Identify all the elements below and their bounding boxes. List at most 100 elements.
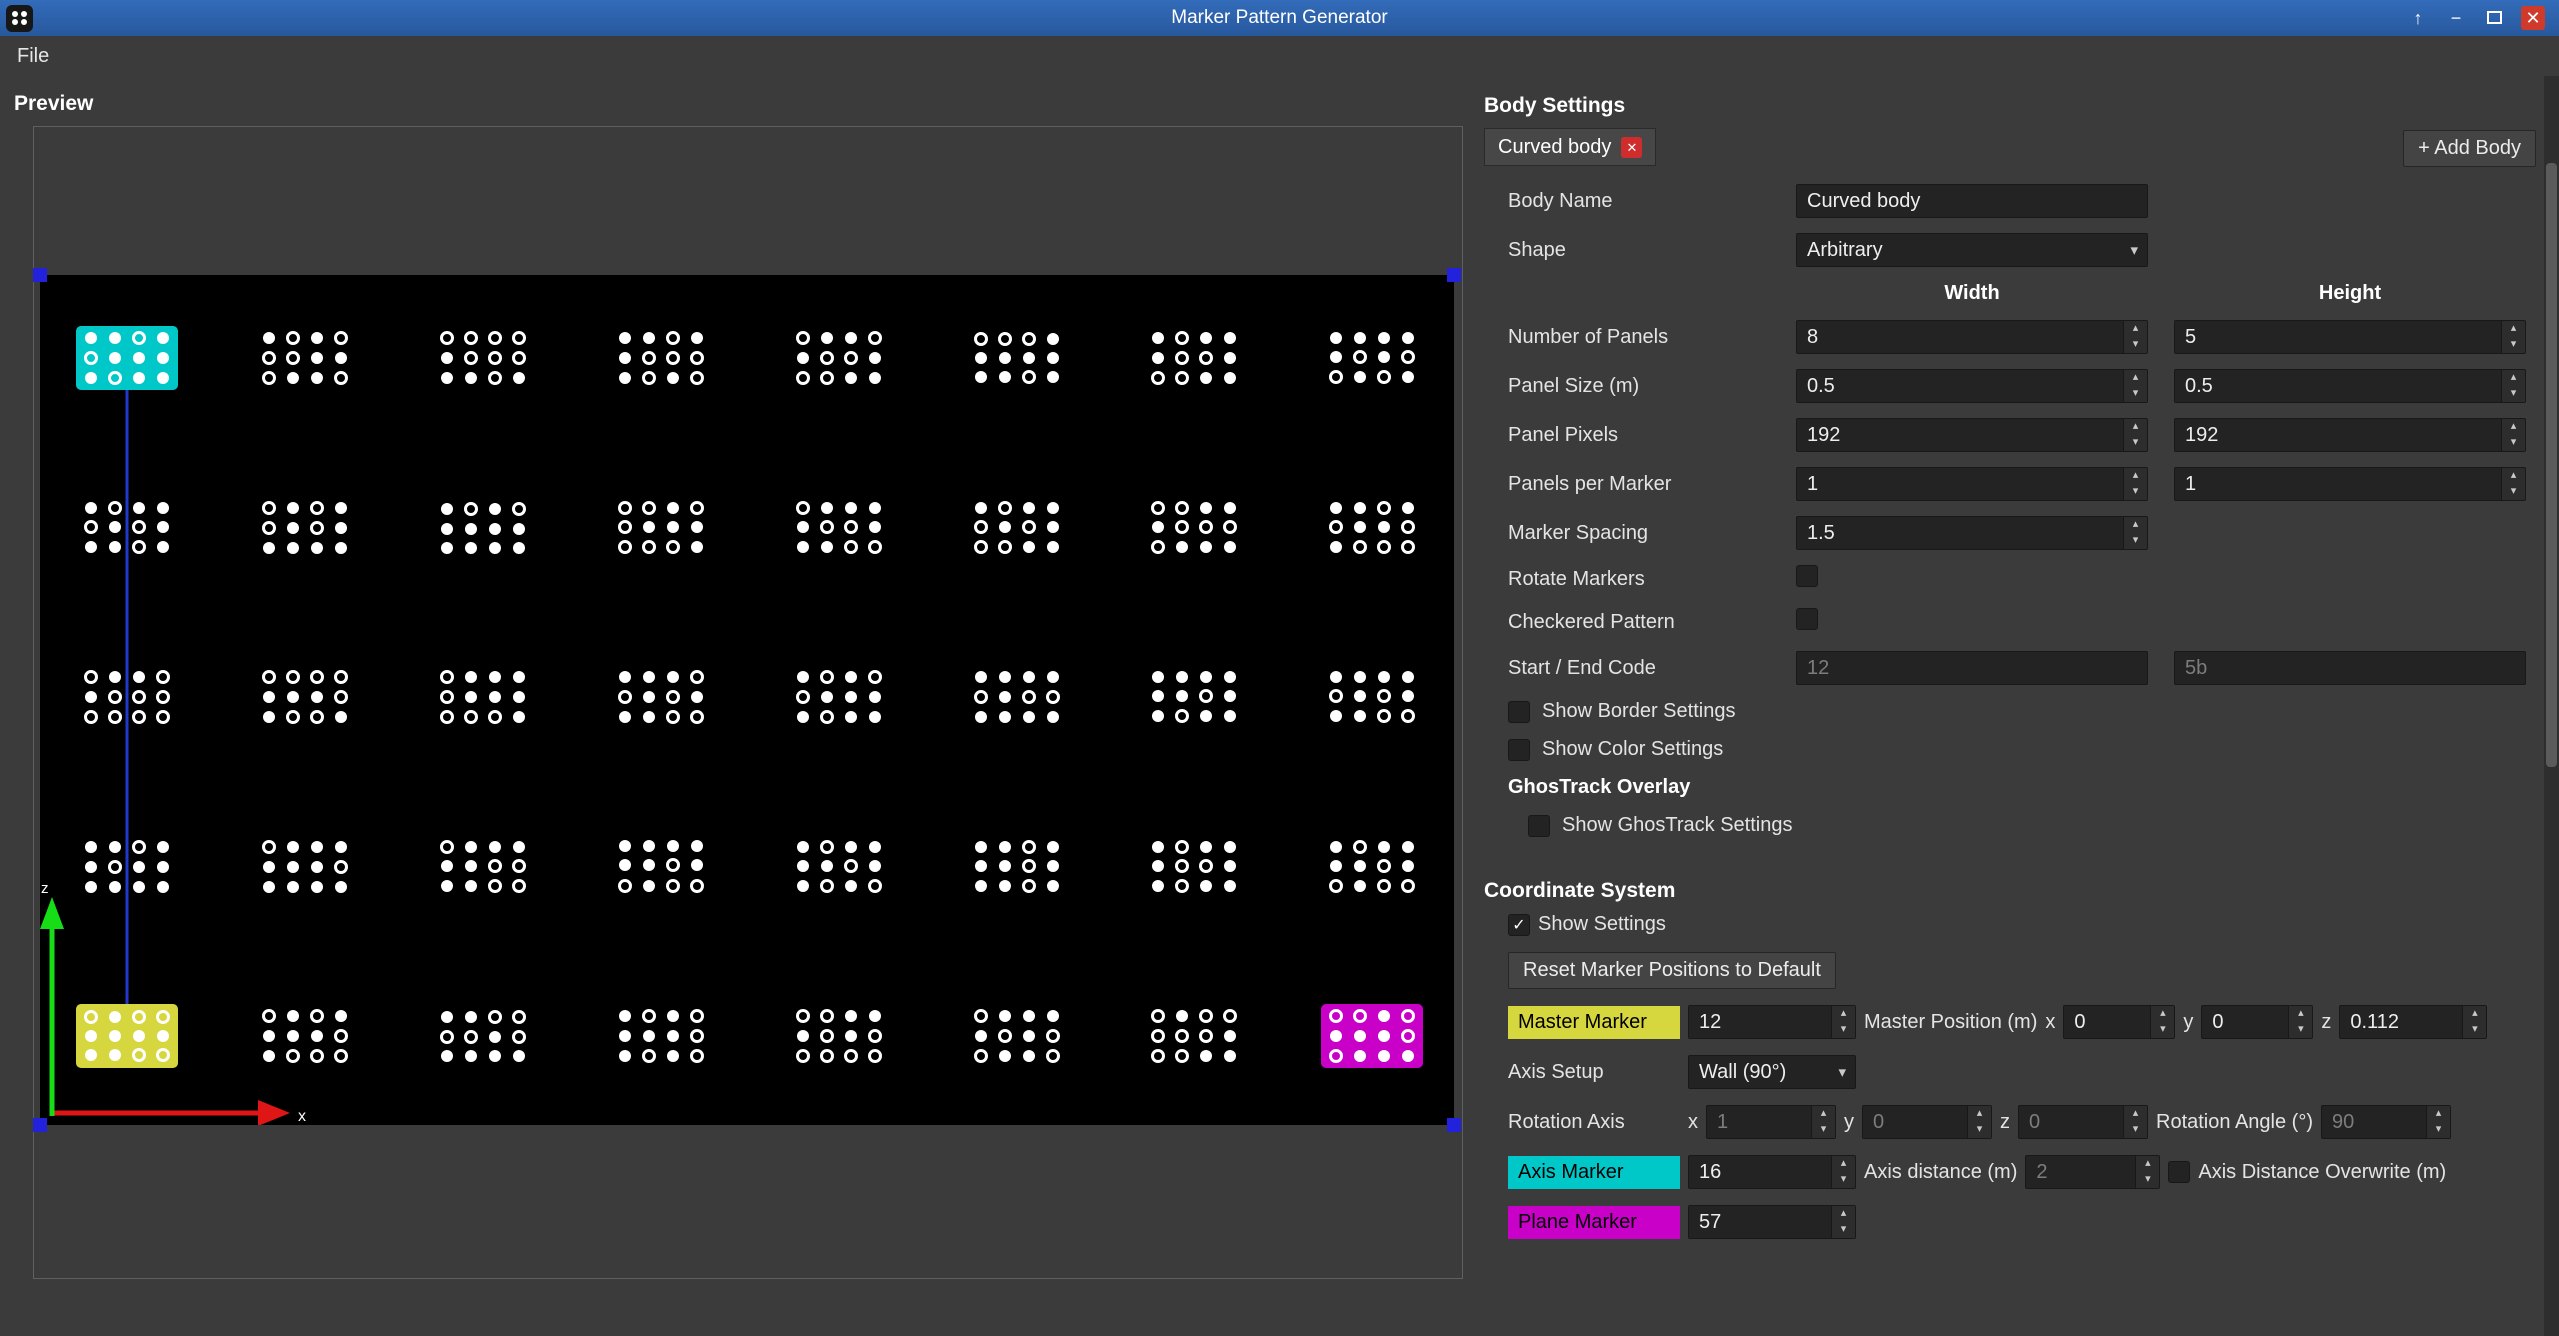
canvas-corner-handle[interactable] — [33, 1118, 47, 1132]
master-position-x-spin[interactable]: ▴▾ — [2063, 1005, 2175, 1039]
marker[interactable] — [254, 1004, 356, 1068]
number-of-panels-height-spin[interactable]: ▴▾ — [2174, 320, 2526, 354]
spin-up-icon[interactable]: ▴ — [2502, 419, 2525, 435]
spin-down-icon[interactable]: ▾ — [2427, 1122, 2450, 1138]
marker[interactable] — [966, 326, 1068, 390]
spin-up-icon[interactable]: ▴ — [2124, 419, 2147, 435]
marker[interactable] — [966, 496, 1068, 560]
spin-up-icon[interactable]: ▴ — [2502, 468, 2525, 484]
rotation-axis-z-spin[interactable]: ▴▾ — [2018, 1105, 2148, 1139]
spin-up-icon[interactable]: ▴ — [1968, 1106, 1991, 1122]
rotate-markers-checkbox[interactable] — [1796, 565, 1818, 587]
axis-distance-overwrite-checkbox[interactable] — [2168, 1161, 2190, 1183]
show-ghostrack-settings-checkbox[interactable] — [1528, 815, 1550, 837]
panel-pixels-height-spin[interactable]: ▴▾ — [2174, 418, 2526, 452]
body-name-input[interactable] — [1796, 184, 2148, 218]
marker[interactable] — [610, 496, 712, 560]
marker[interactable] — [254, 496, 356, 560]
spin-down-icon[interactable]: ▾ — [1812, 1122, 1835, 1138]
spin-down-icon[interactable]: ▾ — [2124, 337, 2147, 353]
marker[interactable] — [788, 1004, 890, 1068]
spin-down-icon[interactable]: ▾ — [2124, 1122, 2147, 1138]
marker[interactable] — [610, 835, 712, 899]
spin-down-icon[interactable]: ▾ — [2502, 435, 2525, 451]
spin-down-icon[interactable]: ▾ — [2502, 337, 2525, 353]
spin-down-icon[interactable]: ▾ — [2124, 484, 2147, 500]
show-settings-checkbox[interactable]: ✓ — [1508, 914, 1530, 936]
axis-distance-spin[interactable]: ▴▾ — [2025, 1155, 2160, 1189]
rotation-axis-x-spin[interactable]: ▴▾ — [1706, 1105, 1836, 1139]
panels-per-marker-width-spin-input[interactable] — [1797, 468, 2123, 500]
panel-size-height-spin[interactable]: ▴▾ — [2174, 369, 2526, 403]
spin-down-icon[interactable]: ▾ — [1832, 1222, 1855, 1238]
scrollbar-thumb[interactable] — [2546, 163, 2557, 767]
marker[interactable] — [788, 665, 890, 729]
menu-file[interactable]: File — [0, 36, 66, 76]
marker-spacing-spin[interactable]: ▴▾ — [1796, 516, 2148, 550]
spin-up-icon[interactable]: ▴ — [2124, 468, 2147, 484]
marker[interactable] — [966, 1004, 1068, 1068]
rotation-axis-z-spin-input[interactable] — [2019, 1106, 2123, 1138]
marker[interactable] — [610, 665, 712, 729]
marker[interactable] — [1321, 326, 1423, 390]
spin-up-icon[interactable]: ▴ — [1832, 1206, 1855, 1222]
close-button[interactable]: ✕ — [2521, 6, 2545, 30]
master-position-z-spin[interactable]: ▴▾ — [2339, 1005, 2487, 1039]
number-of-panels-height-spin-input[interactable] — [2175, 321, 2501, 353]
marker[interactable] — [1143, 665, 1245, 729]
master-marker-spin-input[interactable] — [1689, 1006, 1831, 1038]
shape-dropdown[interactable]: Arbitrary▾ — [1796, 233, 2148, 267]
number-of-panels-width-spin-input[interactable] — [1797, 321, 2123, 353]
marker[interactable] — [432, 835, 534, 899]
marker[interactable] — [76, 835, 178, 899]
show-color-settings-checkbox[interactable] — [1508, 739, 1530, 761]
master-marker-spin[interactable]: ▴▾ — [1688, 1005, 1856, 1039]
marker[interactable] — [966, 665, 1068, 729]
marker[interactable] — [254, 835, 356, 899]
spin-up-icon[interactable]: ▴ — [1832, 1156, 1855, 1172]
panels-per-marker-height-spin[interactable]: ▴▾ — [2174, 467, 2526, 501]
app-icon[interactable] — [6, 5, 33, 32]
end-code-input[interactable] — [2174, 651, 2526, 685]
master-position-z-spin-input[interactable] — [2340, 1006, 2462, 1038]
canvas-corner-handle[interactable] — [1447, 1118, 1461, 1132]
minimize-button[interactable]: − — [2445, 6, 2467, 30]
spin-down-icon[interactable]: ▾ — [2502, 484, 2525, 500]
master-position-x-spin-input[interactable] — [2064, 1006, 2150, 1038]
panel-pixels-height-spin-input[interactable] — [2175, 419, 2501, 451]
plane-marker[interactable] — [1321, 1004, 1423, 1068]
axis-marker-spin[interactable]: ▴▾ — [1688, 1155, 1856, 1189]
spin-up-icon[interactable]: ▴ — [2289, 1006, 2312, 1022]
add-body-button[interactable]: + Add Body — [2403, 130, 2536, 167]
panel-size-width-spin[interactable]: ▴▾ — [1796, 369, 2148, 403]
marker[interactable] — [76, 496, 178, 560]
plane-marker-spin-input[interactable] — [1689, 1206, 1831, 1238]
spin-up-icon[interactable]: ▴ — [2124, 321, 2147, 337]
number-of-panels-width-spin[interactable]: ▴▾ — [1796, 320, 2148, 354]
panel-size-height-spin-input[interactable] — [2175, 370, 2501, 402]
marker[interactable] — [432, 1004, 534, 1068]
panels-per-marker-width-spin[interactable]: ▴▾ — [1796, 467, 2148, 501]
spin-down-icon[interactable]: ▾ — [2289, 1022, 2312, 1038]
spin-up-icon[interactable]: ▴ — [2502, 370, 2525, 386]
marker[interactable] — [966, 835, 1068, 899]
canvas-corner-handle[interactable] — [33, 268, 47, 282]
axis-marker-spin-input[interactable] — [1689, 1156, 1831, 1188]
rotation-angle-spin[interactable]: ▴▾ — [2321, 1105, 2451, 1139]
master-marker[interactable] — [76, 1004, 178, 1068]
axis-distance-spin-input[interactable] — [2026, 1156, 2135, 1188]
spin-up-icon[interactable]: ▴ — [2151, 1006, 2174, 1022]
spin-down-icon[interactable]: ▾ — [1832, 1022, 1855, 1038]
spin-down-icon[interactable]: ▾ — [1832, 1172, 1855, 1188]
spin-up-icon[interactable]: ▴ — [2136, 1156, 2159, 1172]
spin-down-icon[interactable]: ▾ — [2124, 386, 2147, 402]
master-position-y-spin[interactable]: ▴▾ — [2201, 1005, 2313, 1039]
marker[interactable] — [1143, 835, 1245, 899]
rotation-axis-y-spin-input[interactable] — [1863, 1106, 1967, 1138]
marker[interactable] — [76, 665, 178, 729]
marker[interactable] — [788, 496, 890, 560]
tab-close-icon[interactable]: ✕ — [1621, 137, 1642, 158]
spin-down-icon[interactable]: ▾ — [2124, 435, 2147, 451]
rotation-axis-y-spin[interactable]: ▴▾ — [1862, 1105, 1992, 1139]
start-code-input[interactable] — [1796, 651, 2148, 685]
